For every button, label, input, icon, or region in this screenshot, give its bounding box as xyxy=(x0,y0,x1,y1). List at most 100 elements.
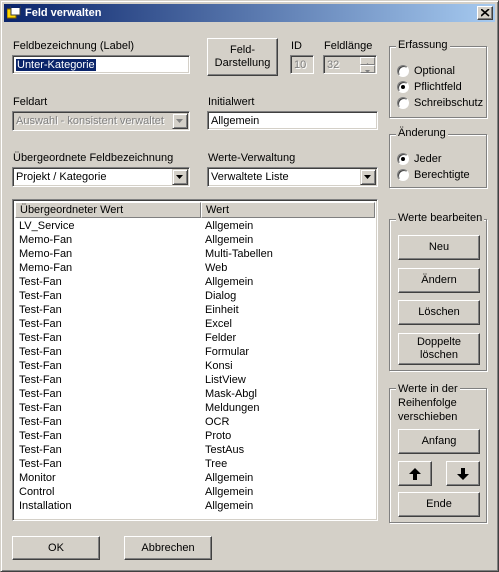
radio-berechtigte-dot xyxy=(397,169,409,181)
radio-jeder-label: Jeder xyxy=(414,153,442,165)
werteverwaltung-value: Verwaltete Liste xyxy=(211,171,289,183)
list-row[interactable]: Installation Allgemein xyxy=(15,499,375,513)
spin-up-icon xyxy=(360,57,375,66)
list-row[interactable]: Test-Fan Proto xyxy=(15,429,375,443)
list-row[interactable]: Test-Fan Mask-Abgl xyxy=(15,387,375,401)
feldlaenge-value: 32 xyxy=(327,59,340,71)
reihenfolge-title-line-2: Reihenfolge xyxy=(398,397,457,409)
doppelte-loeschen-button[interactable]: Doppelte löschen xyxy=(398,333,480,365)
cell-wert: Konsi xyxy=(205,360,233,372)
list-row[interactable]: Control Allgemein xyxy=(15,485,375,499)
cell-wert: Dialog xyxy=(205,290,237,302)
uebergeordnete-dropdown-button[interactable] xyxy=(172,169,188,185)
list-row[interactable]: Test-Fan Tree xyxy=(15,457,375,471)
move-down-button[interactable] xyxy=(446,461,480,486)
list-row[interactable]: Monitor Allgemein xyxy=(15,471,375,485)
list-row[interactable]: Test-Fan Konsi xyxy=(15,359,375,373)
feld-darstellung-button[interactable]: Feld- Darstellung xyxy=(207,38,278,76)
list-row[interactable]: Test-Fan Excel xyxy=(15,317,375,331)
cell-wert: Multi-Tabellen xyxy=(205,248,273,260)
cell-wert: Meldungen xyxy=(205,402,260,414)
title-bar[interactable]: Feld verwalten xyxy=(4,4,495,22)
column-header-wert[interactable]: Wert xyxy=(201,202,375,218)
initialwert-value: Allgemein xyxy=(211,115,260,127)
cell-uebergeordneter-wert: Test-Fan xyxy=(19,458,62,470)
anfang-button[interactable]: Anfang xyxy=(398,429,480,454)
list-header: Übergeordneter Wert Wert xyxy=(15,202,375,218)
chevron-down-icon xyxy=(176,175,183,179)
list-row[interactable]: Test-Fan OCR xyxy=(15,415,375,429)
list-row[interactable]: LV_Service Allgemein xyxy=(15,219,375,233)
arrow-down-icon xyxy=(457,467,469,480)
list-row[interactable]: Test-Fan Felder xyxy=(15,331,375,345)
list-row[interactable]: Test-Fan TestAus xyxy=(15,443,375,457)
chevron-down-icon xyxy=(176,119,183,123)
cell-wert: Tree xyxy=(205,458,228,470)
cell-wert: Web xyxy=(205,262,228,274)
cell-uebergeordneter-wert: Control xyxy=(19,486,55,498)
cell-uebergeordneter-wert: Test-Fan xyxy=(19,346,62,358)
column-header-uebergeordneter-wert[interactable]: Übergeordneter Wert xyxy=(15,202,201,218)
cell-uebergeordneter-wert: Test-Fan xyxy=(19,332,62,344)
cell-uebergeordneter-wert: Test-Fan xyxy=(19,374,62,386)
ok-button[interactable]: OK xyxy=(12,536,100,560)
cell-wert: Allgemein xyxy=(205,486,254,498)
list-row[interactable]: Test-Fan Meldungen xyxy=(15,401,375,415)
cell-uebergeordneter-wert: Test-Fan xyxy=(19,304,62,316)
feldlaenge-label: Feldlänge xyxy=(324,40,373,52)
list-row[interactable]: Memo-Fan Allgemein xyxy=(15,233,375,247)
aendern-button[interactable]: Ändern xyxy=(398,268,480,293)
list-row[interactable]: Test-Fan Allgemein xyxy=(15,275,375,289)
move-up-button[interactable] xyxy=(398,461,432,486)
loeschen-button[interactable]: Löschen xyxy=(398,300,480,325)
cell-uebergeordneter-wert: Test-Fan xyxy=(19,402,62,414)
erfassung-title: Erfassung xyxy=(396,39,450,52)
initialwert-input[interactable]: Allgemein xyxy=(207,111,378,130)
cell-uebergeordneter-wert: Installation xyxy=(19,500,72,512)
radio-optional-dot xyxy=(397,65,409,77)
werteverwaltung-dropdown-button[interactable] xyxy=(360,169,376,185)
radio-schreibschutz-label: Schreibschutz xyxy=(414,97,484,109)
list-row[interactable]: Test-Fan Dialog xyxy=(15,289,375,303)
abbrechen-button[interactable]: Abbrechen xyxy=(124,536,212,560)
feldart-select: Auswahl - konsistent verwaltet xyxy=(12,111,190,131)
doppelte-loeschen-label-1: Doppelte xyxy=(416,336,462,348)
values-list[interactable]: Übergeordneter Wert Wert LV_Service Allge… xyxy=(12,199,378,521)
uebergeordnete-select[interactable]: Projekt / Kategorie xyxy=(12,167,190,187)
chevron-down-icon xyxy=(364,175,371,179)
aenderung-title: Änderung xyxy=(396,127,448,140)
cell-uebergeordneter-wert: Memo-Fan xyxy=(19,262,73,274)
radio-jeder-dot xyxy=(397,153,409,165)
close-icon xyxy=(481,9,490,17)
cell-wert: OCR xyxy=(205,416,230,428)
cell-wert: Allgemein xyxy=(205,276,254,288)
cell-uebergeordneter-wert: Test-Fan xyxy=(19,430,62,442)
cell-uebergeordneter-wert: Monitor xyxy=(19,472,56,484)
werteverwaltung-select[interactable]: Verwaltete Liste xyxy=(207,167,378,187)
list-row[interactable]: Test-Fan ListView xyxy=(15,373,375,387)
cell-uebergeordneter-wert: Memo-Fan xyxy=(19,234,73,246)
feldlaenge-spin-buttons xyxy=(360,57,375,74)
feldbezeichnung-input[interactable]: Unter-Kategorie xyxy=(12,55,190,74)
feldart-label: Feldart xyxy=(13,96,48,108)
list-row[interactable]: Memo-Fan Multi-Tabellen xyxy=(15,247,375,261)
initialwert-label: Initialwert xyxy=(208,96,255,108)
list-row[interactable]: Test-Fan Einheit xyxy=(15,303,375,317)
cell-wert: Excel xyxy=(205,318,232,330)
id-field: 10 xyxy=(290,55,314,74)
cell-uebergeordneter-wert: LV_Service xyxy=(19,220,75,232)
cell-wert: Allgemein xyxy=(205,234,254,246)
id-label: ID xyxy=(291,40,302,52)
window-title: Feld verwalten xyxy=(25,7,102,19)
cell-wert: Einheit xyxy=(205,304,239,316)
list-row[interactable]: Memo-Fan Web xyxy=(15,261,375,275)
list-rows: LV_Service Allgemein Memo-Fan Allgemein Memo… xyxy=(15,219,375,513)
radio-optional-label: Optional xyxy=(414,65,455,77)
ende-button[interactable]: Ende xyxy=(398,492,480,517)
cell-wert: Allgemein xyxy=(205,500,254,512)
close-button[interactable] xyxy=(477,6,493,20)
list-row[interactable]: Test-Fan Formular xyxy=(15,345,375,359)
doppelte-loeschen-label-2: löschen xyxy=(420,349,458,361)
radio-schreibschutz-dot xyxy=(397,97,409,109)
neu-button[interactable]: Neu xyxy=(398,235,480,260)
